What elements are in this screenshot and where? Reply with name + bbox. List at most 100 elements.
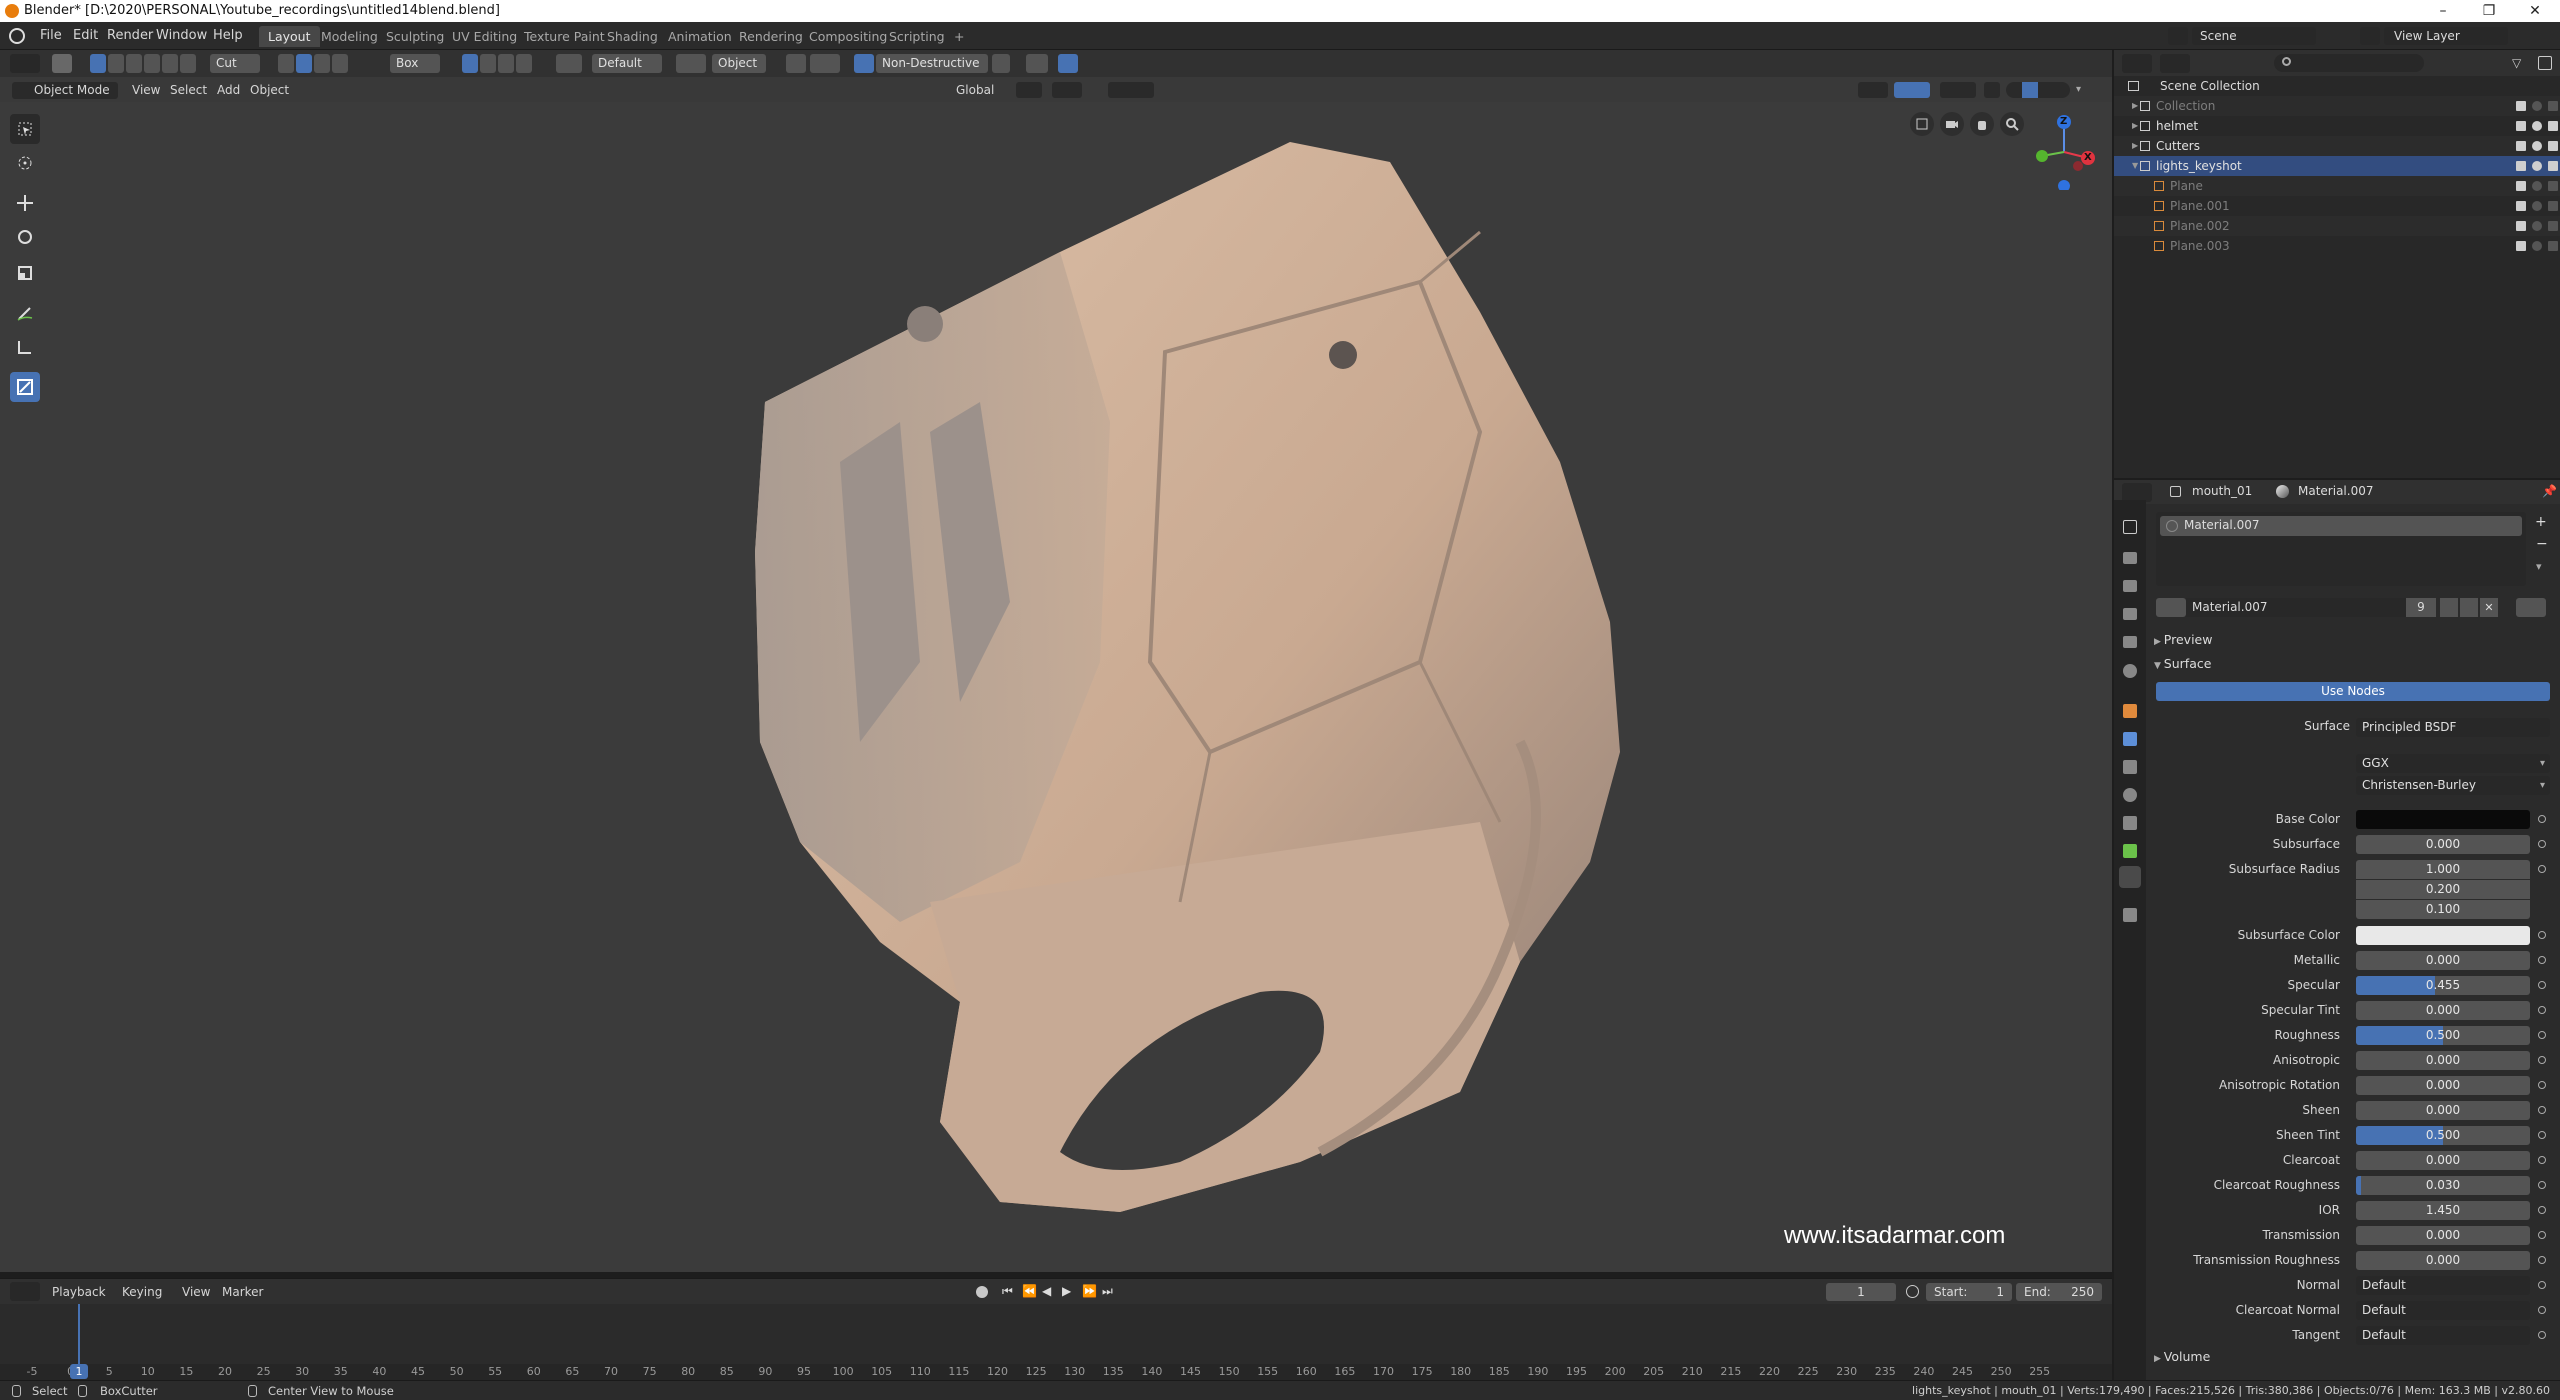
overlay-toggle-icon[interactable] xyxy=(1940,82,1976,98)
playback-menu[interactable]: Playback xyxy=(52,1285,106,1299)
eye-icon[interactable] xyxy=(2532,101,2542,111)
socket-icon[interactable] xyxy=(2538,981,2546,989)
shading-options-icon[interactable]: ▾ xyxy=(2076,82,2092,98)
cursor-icon[interactable] xyxy=(854,54,874,73)
settings-icon[interactable] xyxy=(1026,54,1048,73)
vector-component-field[interactable]: 0.100 xyxy=(2356,900,2530,919)
constraints-tab-icon[interactable] xyxy=(2123,816,2137,830)
input-select[interactable]: Default xyxy=(2356,1276,2530,1295)
box-shape-button[interactable] xyxy=(296,54,312,73)
socket-icon[interactable] xyxy=(2538,1231,2546,1239)
timeline-editor-type[interactable] xyxy=(10,1282,40,1301)
menu-file[interactable]: File xyxy=(40,28,62,43)
shading-rendered-button[interactable] xyxy=(2054,82,2070,98)
expand-arrow-icon[interactable]: ▶ xyxy=(2132,96,2138,116)
shading-wireframe-button[interactable] xyxy=(2006,82,2022,98)
object-menu[interactable]: Object xyxy=(250,83,289,97)
texture-tab-icon[interactable] xyxy=(2123,908,2137,922)
socket-icon[interactable] xyxy=(2538,1181,2546,1189)
editor-type-button[interactable] xyxy=(10,54,40,73)
add-slot-button[interactable]: + xyxy=(2535,514,2547,530)
camera-render-icon[interactable] xyxy=(2548,221,2558,231)
object-name[interactable]: mouth_01 xyxy=(2192,484,2252,498)
eye-icon[interactable] xyxy=(2532,141,2542,151)
boxcutter-tool-icon[interactable] xyxy=(10,372,40,402)
number-slider[interactable]: 0.000 xyxy=(2356,1151,2530,1170)
pause-icon[interactable] xyxy=(1058,54,1078,73)
close-button[interactable]: ✕ xyxy=(2512,0,2558,22)
camera-render-icon[interactable] xyxy=(2548,101,2558,111)
cut-mode-select[interactable]: Cut xyxy=(210,54,260,73)
material-users-count[interactable]: 9 xyxy=(2406,598,2436,617)
eye-icon[interactable] xyxy=(2532,161,2542,171)
socket-icon[interactable] xyxy=(2538,815,2546,823)
number-slider[interactable]: 0.500 xyxy=(2356,1026,2530,1045)
cursor-tool-icon[interactable] xyxy=(10,148,40,178)
custom-shape-button[interactable] xyxy=(332,54,348,73)
snap-toggle-icon[interactable] xyxy=(1052,82,1082,98)
camera-render-icon[interactable] xyxy=(2548,201,2558,211)
outliner-item[interactable]: ▼ lights_keyshot xyxy=(2114,156,2560,176)
tab-modeling[interactable]: Modeling xyxy=(312,26,387,47)
use-nodes-button[interactable]: Use Nodes xyxy=(2156,682,2550,701)
eye-icon[interactable] xyxy=(2532,241,2542,251)
number-slider[interactable]: 0.455 xyxy=(2356,976,2530,995)
socket-icon[interactable] xyxy=(2538,1256,2546,1264)
scene-icon[interactable] xyxy=(2168,27,2188,45)
color-swatch[interactable] xyxy=(2356,810,2530,829)
socket-icon[interactable] xyxy=(2538,840,2546,848)
eye-icon[interactable] xyxy=(2532,221,2542,231)
socket-icon[interactable] xyxy=(2538,1081,2546,1089)
color-swatch[interactable] xyxy=(2356,926,2530,945)
unlink-icon[interactable]: ✕ xyxy=(2480,598,2498,617)
mode-intersect-button[interactable] xyxy=(162,54,178,73)
select-arrow-icon[interactable] xyxy=(2516,121,2526,131)
socket-icon[interactable] xyxy=(2538,1106,2546,1114)
vector-component-field[interactable]: 1.000 xyxy=(2356,860,2530,879)
material-browse-button[interactable] xyxy=(2156,598,2186,617)
display-mode-select[interactable] xyxy=(2160,54,2190,73)
socket-icon[interactable] xyxy=(2538,1281,2546,1289)
world-tab-icon[interactable] xyxy=(2123,664,2137,678)
physics-tab-icon[interactable] xyxy=(2123,788,2137,802)
menu-render[interactable]: Render xyxy=(107,28,153,43)
select-arrow-icon[interactable] xyxy=(2516,101,2526,111)
playhead-marker[interactable]: 1 xyxy=(70,1364,88,1379)
3d-viewport[interactable]: X Z www.itsadarmar.com xyxy=(0,102,2112,1272)
tab-layout[interactable]: Layout xyxy=(259,26,320,47)
material-slot-list[interactable]: Material.007 xyxy=(2156,512,2526,586)
jump-start-icon[interactable]: ⏮ xyxy=(1002,1284,1013,1299)
camera-render-icon[interactable] xyxy=(2548,141,2558,151)
mode-subtract-button[interactable] xyxy=(126,54,142,73)
outliner-item[interactable]: ▶ helmet xyxy=(2114,116,2560,136)
camera-render-icon[interactable] xyxy=(2548,241,2558,251)
view-layer-icon[interactable] xyxy=(2360,27,2380,45)
number-slider[interactable]: 0.000 xyxy=(2356,1101,2530,1120)
select-arrow-icon[interactable] xyxy=(2516,181,2526,191)
outliner-item[interactable]: Plane xyxy=(2114,176,2560,196)
camera-icon[interactable] xyxy=(1940,112,1964,136)
shading-solid-button[interactable] xyxy=(2022,82,2038,98)
number-slider[interactable]: 0.000 xyxy=(2356,1051,2530,1070)
visibility-select-icon[interactable] xyxy=(1858,82,1888,98)
material-filter-icon[interactable] xyxy=(2516,598,2546,617)
annotate-tool-icon[interactable] xyxy=(10,298,40,328)
distribution-select[interactable]: GGX ▾ xyxy=(2356,754,2550,773)
number-slider[interactable]: 1.450 xyxy=(2356,1201,2530,1220)
input-select[interactable]: Default xyxy=(2356,1326,2530,1345)
camera-render-icon[interactable] xyxy=(2548,161,2558,171)
render-tab-icon[interactable] xyxy=(2123,552,2137,564)
draw-mode-button[interactable] xyxy=(462,54,478,73)
marker-menu[interactable]: Marker xyxy=(222,1285,263,1299)
tab-sculpting[interactable]: Sculpting xyxy=(377,26,453,47)
socket-icon[interactable] xyxy=(2538,1056,2546,1064)
pivot-icon[interactable] xyxy=(1016,82,1042,98)
expand-arrow-icon[interactable]: ▼ xyxy=(2132,156,2138,176)
rotate-mode-button[interactable] xyxy=(516,54,532,73)
eye-icon[interactable] xyxy=(2532,201,2542,211)
move-tool-icon[interactable] xyxy=(10,188,40,218)
jump-end-icon[interactable]: ⏭ xyxy=(1102,1284,1113,1299)
outliner-item[interactable]: Plane.002 xyxy=(2114,216,2560,236)
camera-view-icon[interactable] xyxy=(1910,112,1934,136)
measure-tool-icon[interactable] xyxy=(10,332,40,362)
